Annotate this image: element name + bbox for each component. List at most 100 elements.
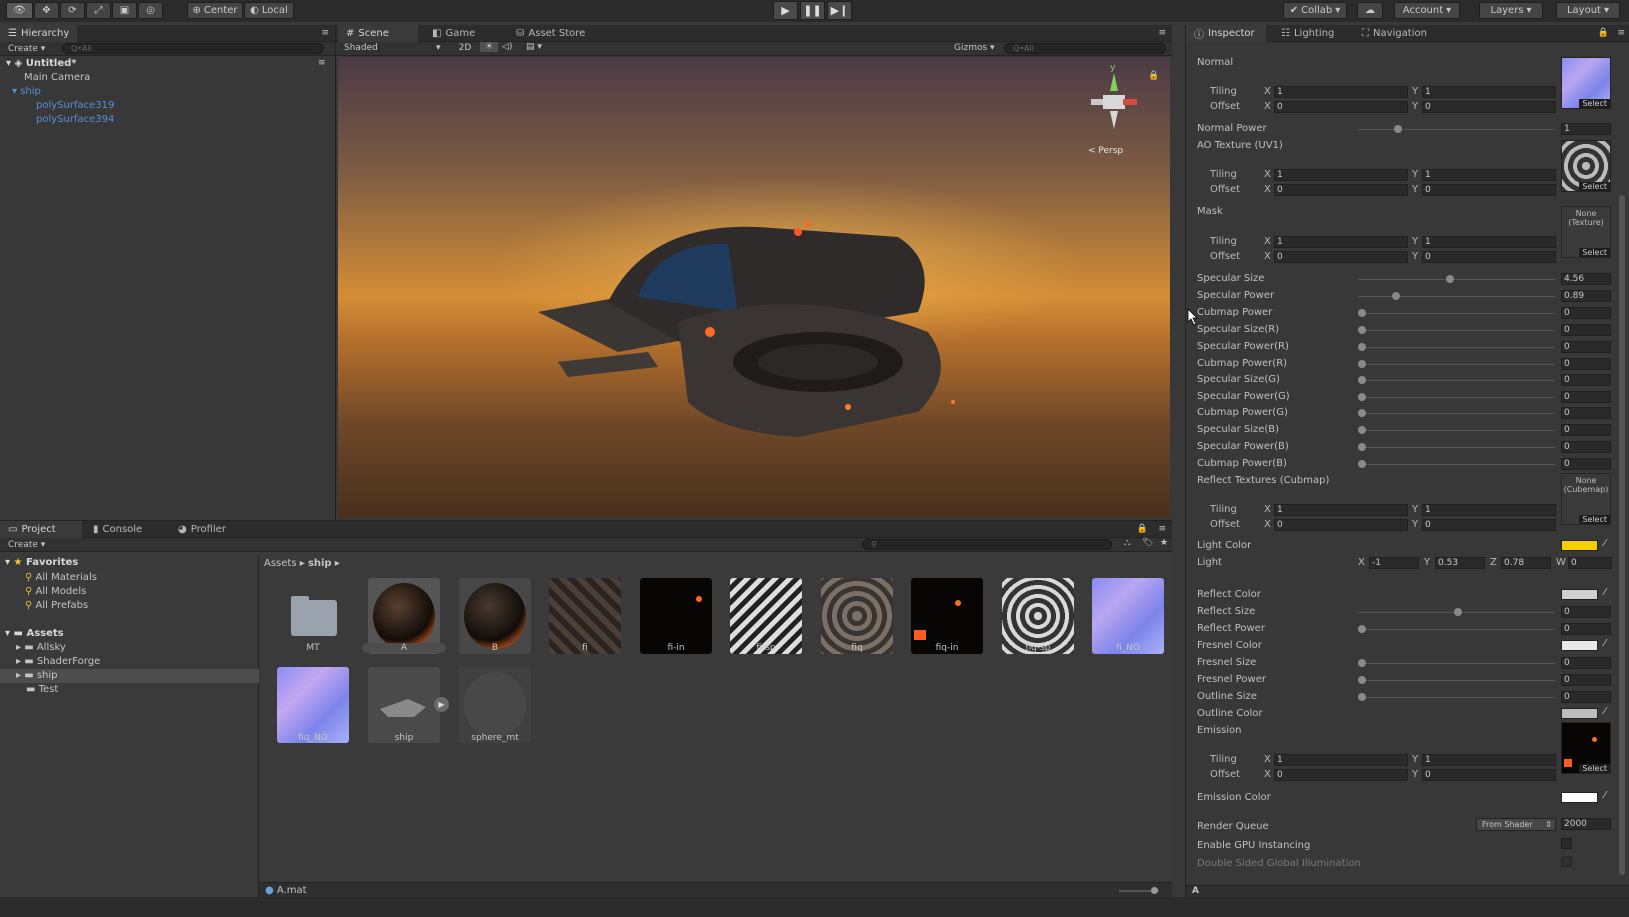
- cubmap-powerb-slider[interactable]: [1358, 460, 1555, 468]
- specular-powerb-slider[interactable]: [1358, 443, 1555, 451]
- slider-knob[interactable]: [1358, 676, 1366, 684]
- project-search-input[interactable]: ⚲: [862, 539, 1112, 550]
- hierarchy-create-button[interactable]: Create ▾: [8, 44, 45, 54]
- slider-knob[interactable]: [1358, 360, 1366, 368]
- hierarchy-item-polysurface319[interactable]: polySurface319: [36, 100, 114, 111]
- specular-powerb-field[interactable]: 0: [1561, 441, 1611, 453]
- reflect-color-swatch[interactable]: [1561, 589, 1598, 600]
- tab-lighting[interactable]: ☷ Lighting: [1273, 25, 1342, 42]
- tab-navigation[interactable]: ⛶ Navigation: [1354, 25, 1435, 42]
- fresnel-color-swatch[interactable]: [1561, 640, 1598, 651]
- hierarchy-search-input[interactable]: Q•All: [62, 43, 324, 54]
- light-x-field[interactable]: -1: [1369, 557, 1419, 569]
- folder-test[interactable]: ▬ Test: [26, 684, 58, 695]
- audio-toggle[interactable]: ◁): [502, 42, 512, 52]
- specular-sizer-slider[interactable]: [1358, 326, 1555, 334]
- cubmap-powerg-slider[interactable]: [1358, 409, 1555, 417]
- asset-material-sphere-mt[interactable]: [459, 667, 531, 743]
- hierarchy-item-polysurface394[interactable]: polySurface394: [36, 114, 114, 125]
- mask-tiling-x-field[interactable]: 1: [1274, 236, 1408, 248]
- specular-sizeb-field[interactable]: 0: [1561, 424, 1611, 436]
- slider-knob[interactable]: [1358, 376, 1366, 384]
- folder-allsky[interactable]: ▸ ▬ Allsky: [16, 642, 66, 653]
- lock-icon[interactable]: 🔒: [1137, 524, 1148, 534]
- favorite-star-icon[interactable]: ★: [1160, 538, 1168, 548]
- normal-offset-x-field[interactable]: 0: [1274, 101, 1408, 113]
- emission-offset-y-field[interactable]: 0: [1422, 769, 1556, 781]
- specular-power-field[interactable]: 0.89: [1561, 290, 1611, 302]
- select-button[interactable]: Select: [1579, 764, 1610, 773]
- slider-knob[interactable]: [1358, 309, 1366, 317]
- fresnel-size-slider[interactable]: [1358, 659, 1555, 667]
- slider-knob[interactable]: [1394, 125, 1402, 133]
- slider-knob[interactable]: [1358, 693, 1366, 701]
- specular-size-field[interactable]: 4.56: [1561, 273, 1611, 285]
- panel-menu-icon[interactable]: ≡: [321, 28, 329, 38]
- scene-viewport[interactable]: y 🔒 < Persp: [338, 57, 1170, 518]
- specular-powerg-field[interactable]: 0: [1561, 391, 1611, 403]
- specular-powerg-slider[interactable]: [1358, 393, 1555, 401]
- scene-search-input[interactable]: Q•All: [1004, 43, 1166, 54]
- fresnel-power-field[interactable]: 0: [1561, 674, 1611, 686]
- transform-tool-button[interactable]: ◎: [138, 2, 163, 19]
- tab-project[interactable]: ▭ Project: [0, 521, 82, 538]
- folder-shaderforge[interactable]: ▸ ▬ ShaderForge: [16, 656, 100, 667]
- reflect-power-field[interactable]: 0: [1561, 623, 1611, 635]
- play-button[interactable]: ▶: [773, 1, 798, 20]
- lighting-toggle[interactable]: ☀: [480, 42, 498, 52]
- specular-powerr-slider[interactable]: [1358, 343, 1555, 351]
- emission-color-swatch[interactable]: [1561, 792, 1598, 803]
- tab-console[interactable]: ▮ Console: [85, 521, 150, 538]
- normal-power-field[interactable]: 1: [1561, 123, 1611, 135]
- filter-label-icon[interactable]: 🏷: [1142, 538, 1153, 548]
- layout-dropdown[interactable]: Layout ▾: [1556, 2, 1620, 19]
- panel-menu-icon[interactable]: ≡: [1158, 524, 1166, 534]
- reflect-tiling-y-field[interactable]: 1: [1422, 504, 1556, 516]
- emission-tiling-y-field[interactable]: 1: [1422, 754, 1556, 766]
- ao-offset-x-field[interactable]: 0: [1274, 184, 1408, 196]
- hierarchy-item-ship[interactable]: ▾ ship: [12, 86, 41, 97]
- eyedropper-icon[interactable]: ⁄: [1604, 706, 1606, 717]
- specular-power-slider[interactable]: [1358, 292, 1555, 300]
- select-button[interactable]: Select: [1579, 515, 1610, 524]
- favorite-all-prefabs[interactable]: ⚲ All Prefabs: [25, 600, 88, 611]
- favorite-all-models[interactable]: ⚲ All Models: [25, 586, 86, 597]
- breadcrumb-ship[interactable]: ship: [308, 558, 332, 569]
- pivot-center-button[interactable]: ⊕ Center: [187, 2, 243, 19]
- orientation-gizmo[interactable]: y 🔒 < Persp: [1083, 63, 1159, 156]
- ao-offset-y-field[interactable]: 0: [1422, 184, 1556, 196]
- eyedropper-icon[interactable]: ⁄: [1604, 587, 1606, 598]
- normal-tiling-x-field[interactable]: 1: [1274, 86, 1408, 98]
- cubmap-powerg-field[interactable]: 0: [1561, 407, 1611, 419]
- filter-type-icon[interactable]: ⛬: [1124, 538, 1130, 548]
- asset-texture-fiq-no[interactable]: [277, 667, 349, 743]
- specular-sizer-field[interactable]: 0: [1561, 324, 1611, 336]
- light-w-field[interactable]: 0: [1568, 557, 1612, 569]
- ao-tiling-y-field[interactable]: 1: [1422, 169, 1556, 181]
- rotate-tool-button[interactable]: ⟳: [60, 2, 85, 19]
- move-tool-button[interactable]: ✥: [34, 2, 59, 19]
- hierarchy-item-main-camera[interactable]: Main Camera: [24, 72, 90, 83]
- reflect-cubemap-slot[interactable]: None (Cubemap) Select: [1561, 473, 1611, 525]
- scale-tool-button[interactable]: ⤢: [86, 2, 111, 19]
- favorite-all-materials[interactable]: ⚲ All Materials: [25, 572, 97, 583]
- slider-knob[interactable]: [1392, 292, 1400, 300]
- hand-tool-button[interactable]: 👁: [6, 2, 33, 19]
- pause-button[interactable]: ❚❚: [800, 1, 825, 20]
- emission-offset-x-field[interactable]: 0: [1274, 769, 1408, 781]
- gpu-instancing-checkbox[interactable]: [1561, 838, 1572, 849]
- ao-tiling-x-field[interactable]: 1: [1274, 169, 1408, 181]
- select-button[interactable]: Select: [1579, 248, 1610, 257]
- inspector-preview-bar[interactable]: A: [1186, 885, 1629, 897]
- collab-dropdown[interactable]: ✔ Collab ▾: [1283, 2, 1347, 19]
- mask-tiling-y-field[interactable]: 1: [1422, 236, 1556, 248]
- tab-game[interactable]: ◧ Game: [424, 25, 483, 42]
- assets-section[interactable]: ▾ ▬ Assets: [5, 628, 64, 639]
- reflect-size-field[interactable]: 0: [1561, 606, 1611, 618]
- effects-dropdown[interactable]: ▤ ▾: [526, 42, 542, 52]
- project-create-button[interactable]: Create ▾: [8, 540, 45, 550]
- eyedropper-icon[interactable]: ⁄: [1604, 638, 1606, 649]
- specular-powerr-field[interactable]: 0: [1561, 341, 1611, 353]
- tab-scene[interactable]: # Scene: [338, 25, 418, 42]
- slider-knob[interactable]: [1358, 426, 1366, 434]
